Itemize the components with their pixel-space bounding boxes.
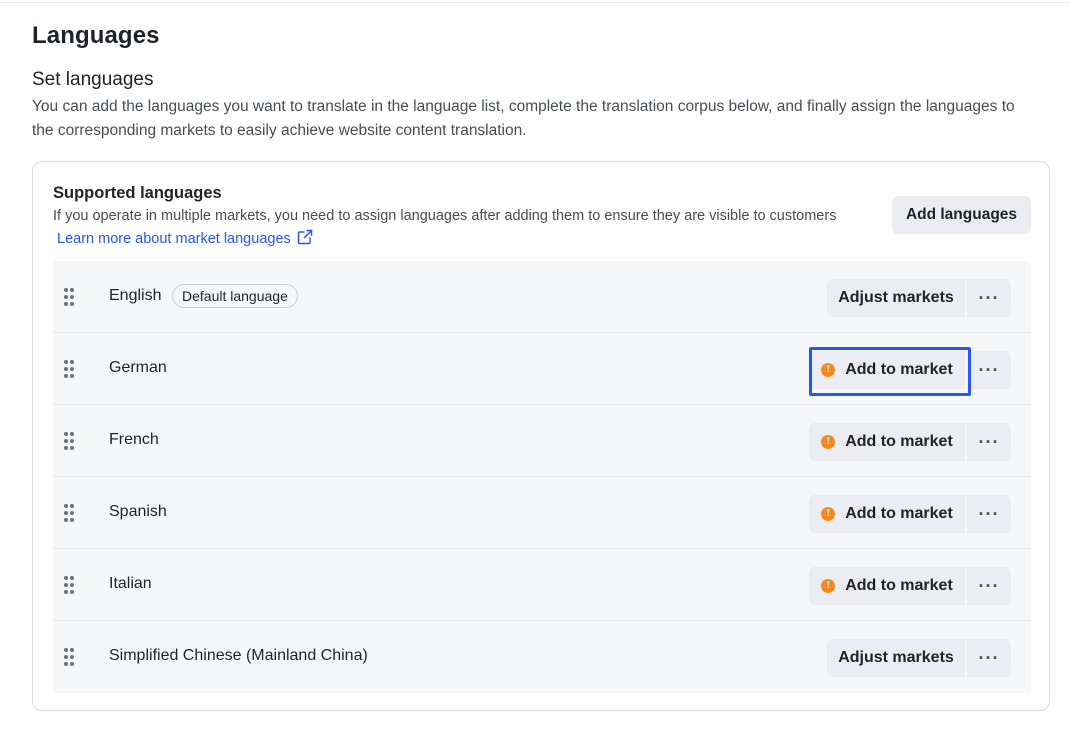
drag-handle-icon[interactable]	[63, 359, 75, 379]
language-list: English Default language Adjust markets …	[53, 261, 1031, 693]
add-to-market-button[interactable]: ! Add to market	[809, 495, 965, 533]
card-description: If you operate in multiple markets, you …	[53, 208, 837, 224]
add-to-market-group: ! Add to market ···	[809, 495, 1011, 533]
language-name: German	[109, 359, 167, 376]
language-row-english: English Default language Adjust markets …	[53, 261, 1031, 333]
more-options-button[interactable]: ···	[967, 495, 1011, 533]
drag-handle-icon[interactable]	[63, 575, 75, 595]
add-to-market-button[interactable]: ! Add to market	[809, 423, 965, 461]
language-row-italian: Italian ! Add to market ···	[53, 549, 1031, 621]
adjust-markets-button[interactable]: Adjust markets	[827, 639, 965, 677]
warning-dot-icon: !	[821, 579, 836, 593]
card-title: Supported languages	[53, 184, 222, 202]
add-to-market-group: ! Add to market ···	[809, 567, 1011, 605]
more-options-button[interactable]: ···	[967, 279, 1011, 317]
add-languages-button[interactable]: Add languages	[892, 196, 1031, 234]
drag-handle-icon[interactable]	[63, 647, 75, 667]
add-to-market-button[interactable]: ! Add to market	[809, 567, 965, 605]
language-name: Spanish	[109, 503, 167, 520]
adjust-markets-group: Adjust markets ···	[827, 639, 1011, 677]
language-row-german: German ! Add to market ···	[53, 333, 1031, 405]
add-to-market-label: Add to market	[845, 433, 953, 450]
language-row-spanish: Spanish ! Add to market ···	[53, 477, 1031, 549]
more-options-button[interactable]: ···	[967, 351, 1011, 389]
top-divider	[0, 2, 1069, 3]
adjust-markets-button[interactable]: Adjust markets	[827, 279, 965, 317]
drag-handle-icon[interactable]	[63, 503, 75, 523]
section-title: Set languages	[32, 69, 154, 90]
add-to-market-label: Add to market	[845, 577, 953, 594]
learn-more-link[interactable]: Learn more about market languages	[57, 229, 313, 249]
more-options-button[interactable]: ···	[967, 567, 1011, 605]
drag-handle-icon[interactable]	[63, 431, 75, 451]
more-options-button[interactable]: ···	[967, 423, 1011, 461]
drag-handle-icon[interactable]	[63, 287, 75, 307]
adjust-markets-group: Adjust markets ···	[827, 279, 1011, 317]
add-to-market-group: ! Add to market ···	[809, 351, 1011, 389]
add-to-market-button[interactable]: ! Add to market	[809, 351, 965, 389]
learn-more-label: Learn more about market languages	[57, 231, 291, 247]
warning-dot-icon: !	[821, 363, 836, 377]
supported-languages-card: Supported languages If you operate in mu…	[32, 161, 1050, 711]
language-row-french: French ! Add to market ···	[53, 405, 1031, 477]
language-row-simplified-chinese: Simplified Chinese (Mainland China) Adju…	[53, 621, 1031, 693]
external-link-icon	[297, 229, 313, 249]
add-to-market-label: Add to market	[845, 361, 953, 378]
language-name: English	[109, 287, 162, 304]
add-to-market-group: ! Add to market ···	[809, 423, 1011, 461]
warning-dot-icon: !	[821, 507, 836, 521]
language-name: French	[109, 431, 159, 448]
add-to-market-label: Add to market	[845, 505, 953, 522]
warning-dot-icon: !	[821, 435, 836, 449]
section-description: You can add the languages you want to tr…	[32, 98, 1015, 139]
more-options-button[interactable]: ···	[967, 639, 1011, 677]
page-title: Languages	[32, 22, 160, 49]
language-name: Simplified Chinese (Mainland China)	[109, 647, 368, 664]
language-name: Italian	[109, 575, 152, 592]
default-language-badge: Default language	[172, 284, 298, 308]
